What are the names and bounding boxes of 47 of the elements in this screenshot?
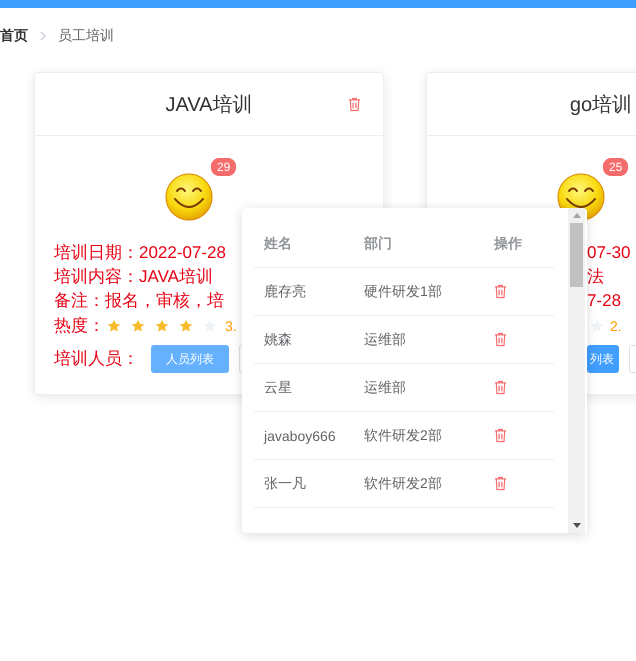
rating-value: 2. [610,318,622,334]
delete-icon[interactable] [494,476,507,491]
table-cell-text: 姚森 [263,330,293,348]
count-badge: 29 [210,157,238,177]
delete-icon[interactable] [348,96,361,112]
table-cell-text: javaboy666 [262,428,337,444]
table-cell-text: 运维部 [363,330,407,348]
star-icon [590,319,604,333]
info-text: 培训日期：2022-07-28 [54,242,226,264]
card-title: go培训 [570,92,632,118]
star-rating[interactable] [107,319,217,333]
column-header: 操作 [492,234,523,252]
info-text: 7-28 [587,290,622,312]
field-label: 培训人员： [54,348,139,370]
scroll-down-icon[interactable] [572,523,580,528]
star-icon [107,319,121,333]
delete-icon[interactable] [494,380,507,395]
delete-icon[interactable] [494,332,507,347]
table-cell-text: 软件研发2部 [363,426,443,444]
breadcrumb-item[interactable]: 员工培训 [58,27,114,45]
column-header: 姓名 [262,234,293,252]
delete-icon[interactable] [494,284,507,299]
star-icon [155,319,169,333]
delete-icon[interactable] [494,428,507,443]
count-badge: 25 [602,157,630,177]
table-cell-text: 软件研发2部 [363,474,443,492]
info-text: 法 [587,266,604,288]
scrollbar-thumb[interactable] [570,223,583,287]
star-icon [179,319,193,333]
rating-value: 3. [225,318,237,334]
scroll-up-icon[interactable] [572,213,580,218]
table-cell-text: 鹿存亮 [263,282,307,300]
star-icon [131,319,145,333]
info-text: 培训内容：JAVA培训 [54,266,213,288]
breadcrumb-item[interactable]: 首页 [0,27,28,45]
card-title: JAVA培训 [165,92,253,118]
scrollbar[interactable] [568,208,585,533]
table-cell-text: 运维部 [363,378,407,396]
table-cell-text: 云星 [263,378,293,396]
smiley-face-icon [164,172,214,222]
info-text: 07-30 [587,242,630,264]
table-cell-text: 硬件研发1部 [363,282,443,300]
info-text: 备注：报名，审核，培 [54,290,224,312]
chevron-icon [40,31,46,41]
rating-label: 热度： [54,315,105,337]
table-cell-text: 张一凡 [263,474,307,492]
column-header: 部门 [362,234,393,252]
